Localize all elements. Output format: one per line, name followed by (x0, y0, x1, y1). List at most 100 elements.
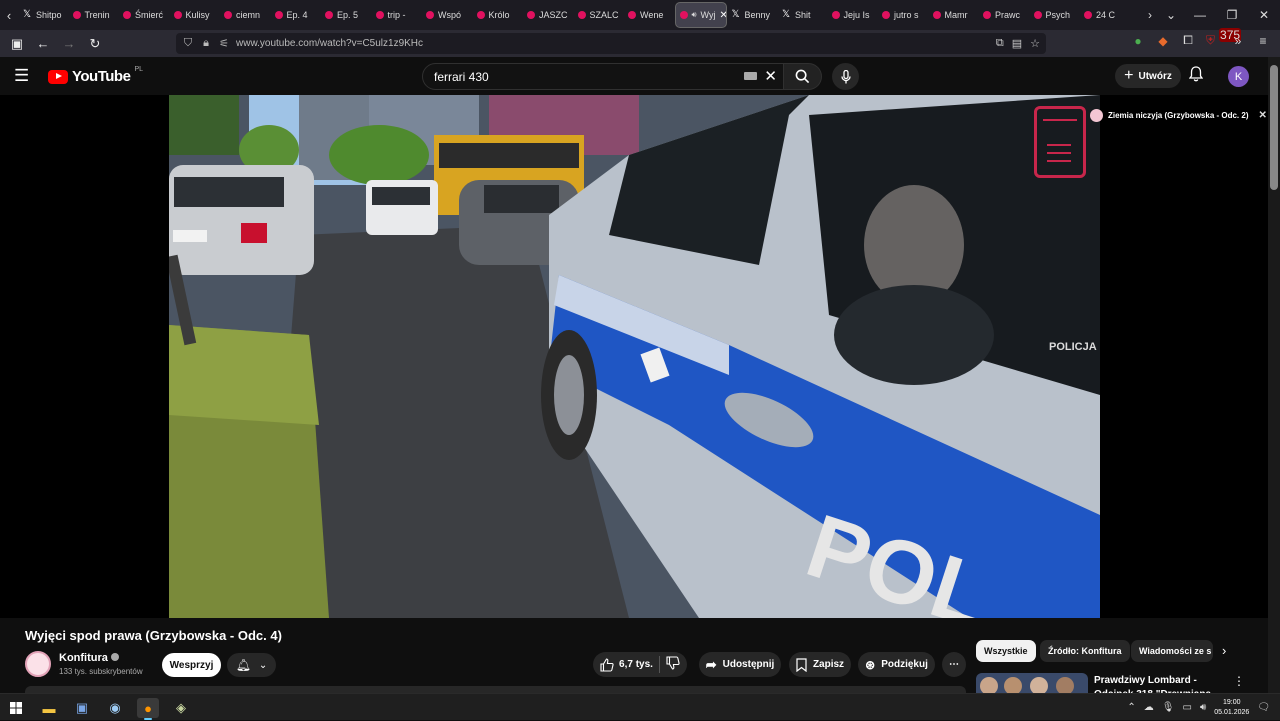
more-vertical-icon[interactable]: ⋮ (1233, 674, 1245, 688)
recommendation-title[interactable]: Prawdziwy Lombard - Odcinek 318 "Drewnia… (1094, 674, 1226, 693)
notifications-icon[interactable]: 🗨︎ (1257, 702, 1270, 713)
browser-tab[interactable]: Mamr (929, 2, 980, 28)
fox-extension-icon[interactable]: ◆ (1156, 34, 1170, 48)
voice-search-button[interactable] (832, 63, 859, 90)
mic-tray-icon[interactable]: 🎙︎ (1162, 702, 1175, 713)
subscription-bell-button[interactable]: 🔔︎ ⌄ (227, 653, 276, 677)
notifications-bell-icon[interactable] (1188, 66, 1204, 85)
speaker-icon[interactable]: 🔊︎ (1200, 702, 1206, 713)
channel-watermark-icon[interactable] (1034, 106, 1086, 178)
browser-tab[interactable]: Śmierć (119, 2, 170, 28)
close-endcard-icon[interactable]: ✕ (1259, 110, 1267, 121)
youtube-logo[interactable]: YouTube PL (48, 66, 143, 85)
close-tab-icon[interactable]: ✕ (719, 10, 725, 21)
thanks-button[interactable]: ⊛ Podziękuj (858, 652, 935, 677)
search-button[interactable] (784, 63, 822, 90)
browser-tab[interactable]: Ep. 5 (321, 2, 372, 28)
scrollbar-thumb[interactable] (1270, 65, 1278, 190)
browser-tab[interactable]: jutro s (878, 2, 929, 28)
permissions-icon[interactable]: ⚟ (218, 37, 230, 50)
browser-tab[interactable]: Psych (1030, 2, 1081, 28)
channel-avatar[interactable] (25, 651, 51, 677)
vpn-extension-icon[interactable]: ● (1131, 34, 1145, 48)
keyboard-icon[interactable] (744, 72, 757, 80)
reload-icon[interactable]: ↻ (83, 32, 107, 56)
join-button[interactable]: Wesprzyj (162, 653, 221, 677)
description-box[interactable] (25, 686, 966, 693)
monitor-app-icon[interactable]: ▣ (71, 698, 93, 718)
share-button[interactable]: ➦ Udostępnij (699, 652, 781, 677)
channel-name-text[interactable]: Konfitura (59, 652, 108, 664)
like-button[interactable]: 6,7 tys. (600, 657, 653, 672)
channel-name[interactable]: Konfitura (59, 652, 119, 664)
lock-icon[interactable]: 🔒︎ (200, 37, 212, 50)
url-bar[interactable]: ⛉ 🔒︎ ⚟ www.youtube.com/watch?v=C5ulz1z9K… (176, 33, 1046, 54)
forward-icon[interactable]: → (57, 32, 81, 56)
ublock-extension-icon[interactable]: ⛨ 375 (1206, 28, 1242, 48)
browser-tab[interactable]: Wene (624, 2, 675, 28)
browser-tab[interactable]: 𝕏 Shitpo (18, 2, 69, 28)
tab-list-dropdown-icon[interactable]: ⌄ (1166, 8, 1176, 22)
cloud-icon[interactable]: ☁ (1144, 702, 1154, 713)
url-text[interactable]: www.youtube.com/watch?v=C5ulz1z9KHc (236, 38, 423, 49)
browser-tab[interactable]: 𝕏 Benny (727, 2, 778, 28)
chip-all[interactable]: Wszystkie (976, 640, 1036, 662)
browser-tab[interactable]: JASZC (523, 2, 574, 28)
chip-news[interactable]: Wiadomości ze s (1131, 640, 1213, 662)
browser-tab[interactable]: trip - (372, 2, 423, 28)
video-frame[interactable]: POLICJA POL (169, 95, 1100, 618)
extensions-icon[interactable]: ⧠ (1181, 33, 1195, 48)
browser-tab[interactable]: Kulisy (170, 2, 221, 28)
endcard-playlist-link[interactable]: Ziemia niczyja (Grzybowska - Odc. 2) ✕ (1090, 109, 1267, 122)
create-button[interactable]: + Utwórz (1115, 64, 1181, 88)
search-input-value[interactable]: ferrari 430 (434, 70, 489, 84)
restore-icon[interactable]: ❐ (1216, 8, 1248, 22)
page-scrollbar[interactable] (1268, 57, 1280, 693)
search-input[interactable]: ferrari 430 ✕ (422, 63, 784, 90)
tray-overflow-icon[interactable]: ⌃ (1127, 702, 1135, 713)
browser-tab[interactable]: Jeju Is (828, 2, 879, 28)
app-icon[interactable]: ◈ (170, 698, 192, 718)
audio-playing-icon[interactable]: 🔊︎ (692, 10, 697, 20)
display-icon[interactable]: ▭ (1182, 702, 1191, 713)
close-window-icon[interactable]: ✕ (1248, 8, 1280, 22)
chip-source-channel[interactable]: Źródło: Konfitura (1040, 640, 1130, 662)
browser-tab[interactable]: 𝕏 Shit (777, 2, 828, 28)
save-button[interactable]: Zapisz (789, 652, 851, 677)
reader-view-icon[interactable]: ▤ (1012, 37, 1022, 50)
bookmark-star-icon[interactable]: ☆ (1030, 37, 1040, 50)
browser-tab[interactable]: Królo (473, 2, 524, 28)
taskbar-clock[interactable]: 19:00 05.01.2026 (1214, 698, 1249, 718)
file-explorer-icon[interactable]: ▬ (38, 698, 60, 718)
windows-start-icon[interactable] (5, 698, 27, 718)
back-icon[interactable]: ← (31, 32, 55, 56)
clear-search-icon[interactable]: ✕ (764, 67, 777, 85)
sidebar-toggle-icon[interactable]: ▣ (5, 32, 29, 56)
more-actions-button[interactable]: ⋯ (942, 652, 966, 677)
browser-tab[interactable]: Wspó (422, 2, 473, 28)
shield-icon[interactable]: ⛉ (182, 37, 194, 50)
youtube-favicon-icon (1084, 11, 1092, 19)
like-count[interactable]: 6,7 tys. (619, 659, 653, 670)
browser-tab[interactable]: Ep. 4 (271, 2, 322, 28)
overflow-chevron-icon[interactable]: » (1231, 34, 1245, 48)
endcard-title[interactable]: Ziemia niczyja (Grzybowska - Odc. 2) (1108, 111, 1249, 120)
recommendation-thumbnail[interactable] (976, 673, 1088, 693)
picture-in-picture-icon[interactable]: ⧉ (996, 37, 1004, 50)
chevron-right-icon[interactable]: › (1222, 643, 1226, 658)
browser-tab[interactable]: 🔊︎Wyj✕ (674, 2, 727, 28)
firefox-icon[interactable]: ● (137, 698, 159, 720)
browser-tab[interactable]: SZALC (574, 2, 625, 28)
app-menu-icon[interactable]: ≡ (1256, 34, 1270, 48)
steam-icon[interactable]: ◉ (104, 698, 126, 718)
dislike-button[interactable] (666, 656, 680, 673)
tab-scroll-left-icon[interactable]: ‹ (0, 0, 18, 30)
browser-tab[interactable]: 24 C (1080, 2, 1131, 28)
user-avatar[interactable]: K (1228, 66, 1249, 87)
minimize-icon[interactable]: — (1184, 8, 1216, 22)
hamburger-menu-icon[interactable]: ☰ (14, 66, 34, 86)
browser-tab[interactable]: ciemn (220, 2, 271, 28)
browser-tab[interactable]: Trenin (69, 2, 120, 28)
browser-tab[interactable]: Prawc (979, 2, 1030, 28)
tab-scroll-right-icon[interactable]: › (1148, 8, 1152, 22)
